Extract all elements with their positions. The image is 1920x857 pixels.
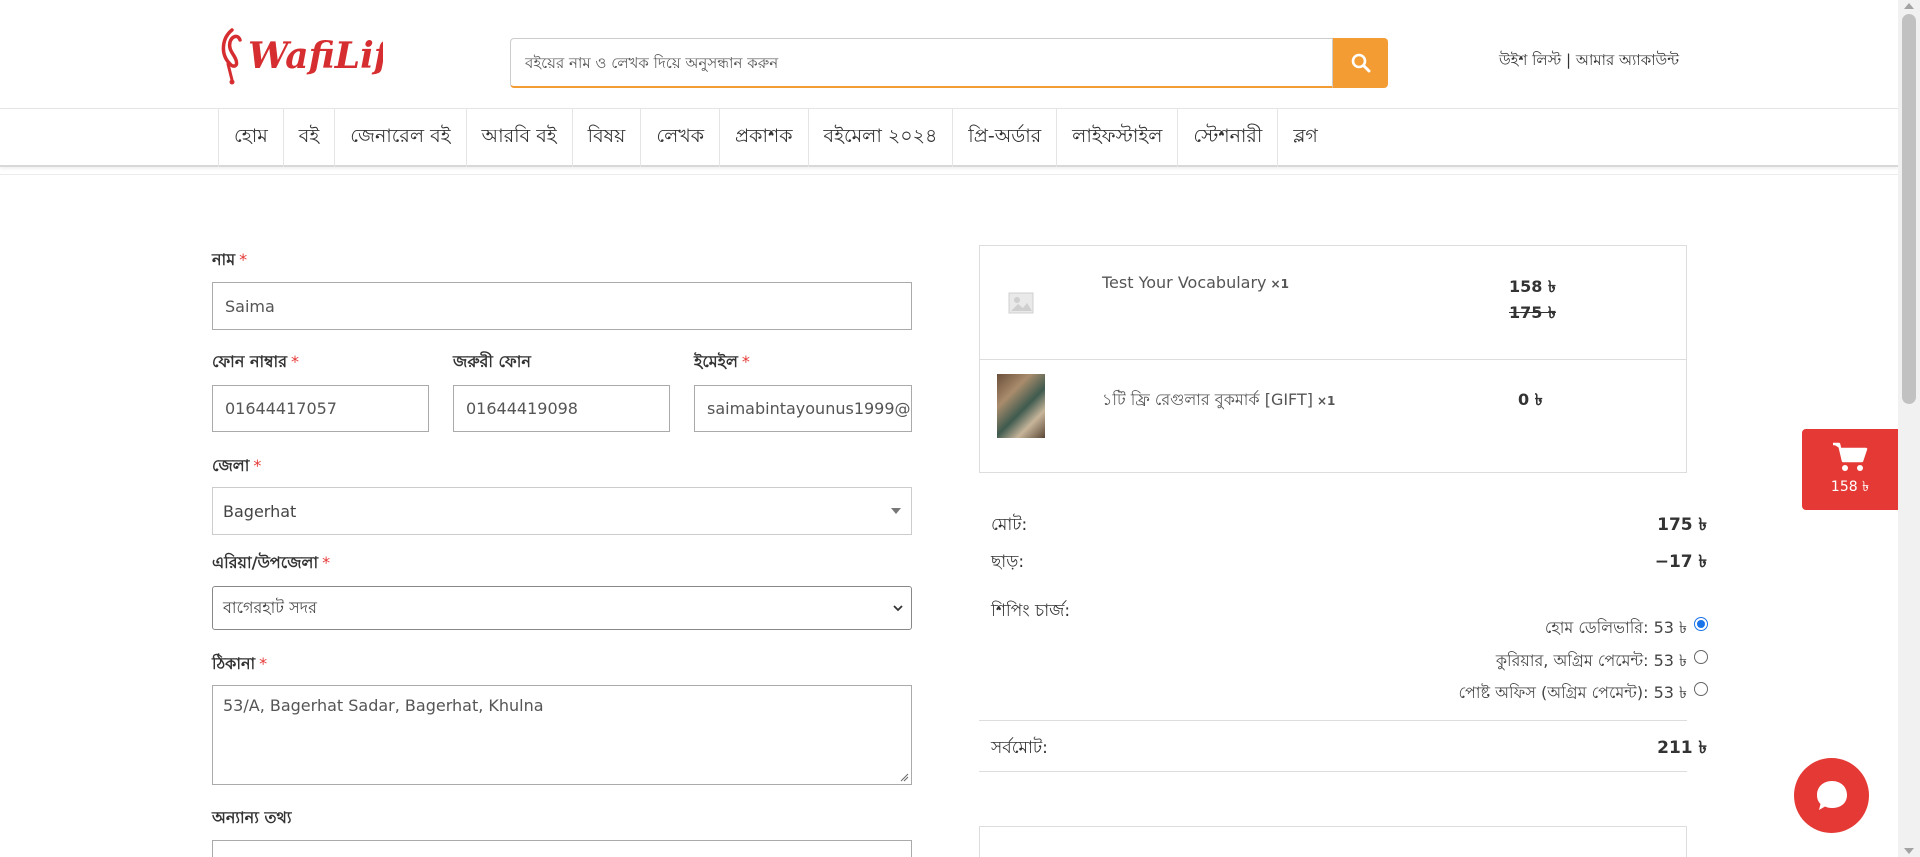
total-divider (979, 720, 1687, 721)
main-nav: হোম বই জেনারেল বই আরবি বই বিষয় লেখক প্র… (0, 108, 1898, 167)
link-separator: | (1561, 51, 1576, 69)
district-value: Bagerhat (223, 501, 297, 521)
my-account-link[interactable]: আমার অ্যাকাউন্ট (1576, 51, 1679, 69)
site-header: WafiLife উইশ লিস্ট | আমার অ্যাকাউন্ট (0, 0, 1898, 108)
caret-down-icon (891, 508, 901, 514)
chat-button[interactable] (1794, 758, 1869, 833)
nav-item-pre-order[interactable]: প্রি-অর্ডার (952, 109, 1056, 167)
item-title[interactable]: ১টি ফ্রি রেগুলার বুকমার্ক [GIFT] ×1 (1102, 387, 1335, 414)
nav-item-arabic-books[interactable]: আরবি বই (465, 109, 572, 167)
other-info-field[interactable] (212, 840, 912, 857)
placeholder-image-icon (997, 271, 1045, 335)
shipping-radio-post[interactable] (1694, 682, 1708, 696)
scroll-down-arrow-icon[interactable] (1904, 848, 1914, 854)
nav-item-book-fair[interactable]: বইমেলা ২০২৪ (807, 109, 953, 167)
district-label: জেলা * (212, 456, 262, 475)
chat-bubble-icon (1816, 780, 1847, 810)
item-price: 0 ৳ (1518, 390, 1543, 409)
svg-text:WafiLife: WafiLife (248, 35, 383, 77)
item-title[interactable]: Test Your Vocabulary ×1 (1102, 273, 1289, 292)
nav-item-blog[interactable]: ব্লগ (1277, 109, 1333, 167)
email-field[interactable]: saimabintayounus1999@g (694, 385, 912, 432)
area-select[interactable]: বাগেরহাট সদর (212, 586, 912, 630)
total-bottom-divider (979, 771, 1687, 772)
chevron-down-icon (893, 605, 903, 612)
nav-item-books[interactable]: বই (282, 109, 334, 167)
nav-item-home[interactable]: হোম (218, 109, 283, 167)
order-item-row: Test Your Vocabulary ×1 158 ৳ 175 ৳ (980, 246, 1686, 359)
nav-item-lifestyle[interactable]: লাইফস্টাইল (1056, 109, 1177, 167)
nav-item-subjects[interactable]: বিষয় (571, 109, 641, 167)
nav-item-stationery[interactable]: স্টেশনারী (1177, 109, 1277, 167)
shipping-radio-home[interactable] (1694, 617, 1708, 631)
bookmark-thumbnail (997, 374, 1045, 438)
phone-label: ফোন নাম্বার * (212, 352, 300, 371)
discount-value: −17 ৳ (1654, 552, 1707, 572)
resize-grip-icon[interactable] (899, 772, 909, 782)
name-label: নাম * (212, 250, 248, 269)
total-label: সর্বমোট: (991, 738, 1048, 758)
divider (0, 174, 1898, 175)
alt-phone-field[interactable]: 01644419098 (453, 385, 670, 432)
nav-item-authors[interactable]: লেখক (640, 109, 719, 167)
order-items-table: Test Your Vocabulary ×1 158 ৳ 175 ৳ ১টি ফ… (979, 245, 1687, 473)
district-select[interactable]: Bagerhat (212, 487, 912, 535)
other-info-label: অন্যান্য তথ্য (212, 808, 292, 827)
order-item-row: ১টি ফ্রি রেগুলার বুকমার্ক [GIFT] ×1 0 ৳ (980, 360, 1686, 472)
account-links: উইশ লিস্ট | আমার অ্যাকাউন্ট (1499, 49, 1679, 74)
item-price: 158 ৳ (1509, 277, 1556, 296)
search-button[interactable] (1333, 38, 1388, 88)
page-scrollbar[interactable] (1898, 0, 1920, 857)
shipping-option-post[interactable]: পোষ্ট অফিস (অগ্রিম পেমেন্ট): 53 ৳ (1459, 680, 1687, 707)
shipping-radio-courier[interactable] (1694, 650, 1708, 664)
scroll-thumb[interactable] (1902, 14, 1916, 404)
search-input[interactable] (510, 38, 1333, 88)
nav-item-publishers[interactable]: প্রকাশক (719, 109, 808, 167)
floating-cart-button[interactable]: 158 ৳ (1802, 429, 1898, 510)
cart-amount: 158 ৳ (1830, 478, 1870, 495)
nav-item-general-books[interactable]: জেনারেল বই (334, 109, 465, 167)
wishlist-link[interactable]: উইশ লিস্ট (1499, 51, 1561, 69)
phone-field[interactable]: 01644417057 (212, 385, 429, 432)
address-textarea[interactable]: 53/A, Bagerhat Sadar, Bagerhat, Khulna (212, 685, 912, 785)
cart-icon (1833, 442, 1868, 471)
scroll-up-arrow-icon[interactable] (1904, 3, 1914, 9)
payment-box (979, 826, 1687, 857)
email-label: ইমেইল * (694, 352, 750, 371)
name-field[interactable]: Saima (212, 282, 912, 330)
shipping-option-home[interactable]: হোম ডেলিভারি: 53 ৳ (1545, 615, 1687, 642)
address-label: ঠিকানা * (212, 654, 268, 673)
total-value: 211 ৳ (1657, 738, 1707, 758)
area-label: এরিয়া/উপজেলা * (212, 553, 331, 572)
nav-list: হোম বই জেনারেল বই আরবি বই বিষয় লেখক প্র… (218, 109, 1333, 167)
wafilife-logo[interactable]: WafiLife (218, 20, 412, 86)
area-value: বাগেরহাট সদর (223, 597, 317, 617)
alt-phone-label: জরুরী ফোন (453, 352, 531, 371)
subtotal-label: মোট: (991, 515, 1028, 535)
subtotal-value: 175 ৳ (1657, 515, 1707, 535)
shipping-label: শিপিং চার্জ: (991, 601, 1071, 621)
discount-label: ছাড়: (991, 552, 1025, 572)
search-icon (1351, 53, 1370, 73)
item-old-price: 175 ৳ (1509, 303, 1556, 322)
search-bar (510, 38, 1388, 88)
shipping-option-courier[interactable]: কুরিয়ার, অগ্রিম পেমেন্ট: 53 ৳ (1496, 648, 1687, 675)
address-value: 53/A, Bagerhat Sadar, Bagerhat, Khulna (223, 696, 544, 715)
